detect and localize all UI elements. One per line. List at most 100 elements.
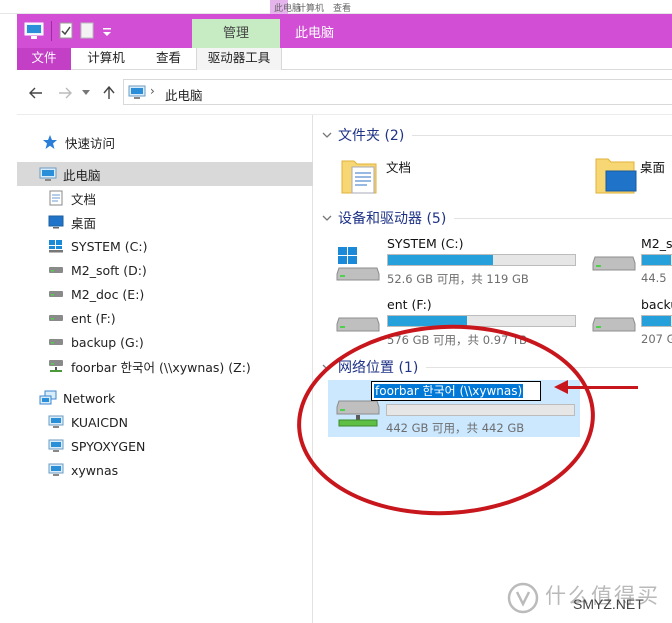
file-explorer-window: 此电脑 计算机 查看 管理 此电脑 文件 计算机 查看 驱动器工具 › 此电脑 … bbox=[0, 0, 672, 623]
sidebar-item-m2-doc-e[interactable]: M2_doc (E:) bbox=[47, 282, 144, 306]
navigation-pane: 快速访问 此电脑 文档 桌面 SYSTEM (C:) M2_soft (D:) … bbox=[17, 115, 313, 623]
drive-capacity: 52.6 GB 可用，共 119 GB bbox=[387, 272, 529, 286]
rename-input[interactable]: foorbar 한국어 (\\xywnas) bbox=[371, 381, 541, 401]
folder-item-documents[interactable]: 文档 bbox=[334, 151, 554, 199]
group-divider bbox=[454, 217, 672, 219]
sidebar-item-kuaicdn[interactable]: KUAICDN bbox=[47, 410, 128, 434]
navigation-bar: › 此电脑 bbox=[17, 70, 672, 115]
sidebar-item-backup-g[interactable]: backup (G:) bbox=[47, 330, 144, 354]
drive-icon bbox=[336, 317, 380, 332]
sidebar-item-label: 桌面 bbox=[71, 215, 97, 231]
drive-name: SYSTEM (C:) bbox=[387, 236, 464, 251]
sidebar-item-label: KUAICDN bbox=[71, 414, 128, 430]
ribbon-tabs: 文件 计算机 查看 驱动器工具 bbox=[17, 48, 672, 70]
drive-usage-bar bbox=[387, 254, 576, 266]
annotation-arrow-head bbox=[554, 380, 568, 394]
watermark-site: SMYZ.NET bbox=[573, 596, 644, 612]
folder-name: 桌面 bbox=[640, 160, 666, 175]
sidebar-item-label: Network bbox=[63, 390, 116, 406]
network-capacity: 442 GB 可用，共 442 GB bbox=[386, 421, 525, 435]
drive-name: ent (F:) bbox=[387, 297, 432, 312]
computer-icon bbox=[128, 85, 146, 99]
drive-usage-fill bbox=[388, 316, 467, 326]
drive-item-m2-soft[interactable]: M2_so 44.5 bbox=[588, 234, 672, 286]
sidebar-item-label: foorbar 한국어 (\\xywnas) (Z:) bbox=[71, 359, 251, 375]
drive-item-ent-f[interactable]: ent (F:) 576 GB 可用，共 0.97 TB bbox=[332, 295, 582, 347]
window-title: 此电脑 bbox=[295, 26, 335, 41]
windows-drive-icon bbox=[336, 247, 380, 281]
sidebar-item-label: M2_doc (E:) bbox=[71, 286, 145, 302]
address-bar[interactable]: › 此电脑 bbox=[123, 79, 672, 105]
star-icon bbox=[43, 135, 57, 149]
group-header-label: 文件夹 (2) bbox=[338, 128, 405, 144]
sidebar-item-system-c[interactable]: SYSTEM (C:) bbox=[47, 234, 148, 258]
group-header-devices-and-drives[interactable]: 设备和驱动器 (5) bbox=[320, 208, 672, 228]
forward-button[interactable] bbox=[55, 83, 75, 103]
sidebar-item-label: 此电脑 bbox=[63, 167, 101, 183]
tab-file[interactable]: 文件 bbox=[17, 48, 71, 70]
sidebar-item-label: SYSTEM (C:) bbox=[71, 238, 148, 254]
drive-capacity: 576 GB 可用，共 0.97 TB bbox=[387, 333, 527, 347]
drive-usage-bar bbox=[641, 254, 672, 266]
new-folder-icon[interactable] bbox=[80, 22, 94, 40]
chevron-down-icon bbox=[322, 364, 332, 370]
computer-icon bbox=[48, 463, 64, 476]
computer-icon bbox=[48, 439, 64, 452]
drive-usage-fill bbox=[388, 255, 493, 265]
sidebar-item-ent-f[interactable]: ent (F:) bbox=[47, 306, 116, 330]
toolbar-divider bbox=[51, 21, 52, 41]
sidebar-item-network[interactable]: Network bbox=[39, 386, 115, 410]
breadcrumb-location[interactable]: 此电脑 bbox=[165, 85, 203, 104]
tab-drive-tools[interactable]: 驱动器工具 bbox=[196, 48, 282, 70]
drive-item-system-c[interactable]: SYSTEM (C:) 52.6 GB 可用，共 119 GB bbox=[332, 234, 582, 286]
properties-icon[interactable] bbox=[59, 22, 73, 40]
title-bar: 管理 此电脑 bbox=[17, 14, 672, 48]
recent-locations-button[interactable] bbox=[80, 83, 92, 103]
drive-name: backu bbox=[641, 297, 672, 312]
sidebar-item-quick-access[interactable]: 快速访问 bbox=[41, 130, 115, 154]
group-divider bbox=[426, 366, 672, 368]
computer-icon bbox=[48, 415, 64, 428]
watermark: 什么值得买 SMYZ.NET bbox=[505, 580, 669, 618]
sidebar-item-desktop[interactable]: 桌面 bbox=[47, 210, 96, 234]
breadcrumb-chevron-icon: › bbox=[150, 84, 155, 98]
sidebar-item-m2-soft-d[interactable]: M2_soft (D:) bbox=[47, 258, 147, 282]
tab-computer[interactable]: 计算机 bbox=[71, 48, 141, 70]
drive-icon bbox=[49, 315, 63, 321]
tab-view[interactable]: 查看 bbox=[141, 48, 196, 70]
drive-icon bbox=[592, 317, 636, 332]
back-button[interactable] bbox=[26, 83, 46, 103]
sidebar-item-label: 文档 bbox=[71, 191, 97, 207]
up-button[interactable] bbox=[99, 83, 119, 103]
computer-icon[interactable] bbox=[24, 22, 44, 40]
customize-dropdown-icon[interactable] bbox=[101, 22, 113, 40]
network-icon bbox=[39, 390, 57, 405]
network-drive-icon bbox=[336, 400, 380, 427]
sidebar-item-spyoxygen[interactable]: SPYOXYGEN bbox=[47, 434, 145, 458]
background-window-strip: 此电脑 计算机 查看 bbox=[0, 0, 672, 14]
sidebar-item-this-pc[interactable]: 此电脑 bbox=[17, 162, 313, 186]
group-header-folders[interactable]: 文件夹 (2) bbox=[320, 125, 672, 145]
sidebar-item-xywnas[interactable]: xywnas bbox=[47, 458, 118, 482]
folder-item-desktop[interactable]: 桌面 bbox=[590, 151, 672, 199]
desktop-folder-icon bbox=[595, 158, 637, 194]
background-tab: 查看 bbox=[333, 4, 352, 14]
computer-icon bbox=[39, 167, 57, 181]
drive-icon bbox=[49, 291, 63, 297]
group-header-network-locations[interactable]: 网络位置 (1) bbox=[320, 357, 672, 377]
document-folder-icon bbox=[341, 160, 377, 194]
drive-icon bbox=[49, 267, 63, 273]
content-pane: 文件夹 (2) 文档 桌面 设备和驱动器 (5) SYSTEM (C:) 52.… bbox=[314, 115, 672, 623]
drive-usage-fill bbox=[642, 255, 671, 265]
drive-item-backup[interactable]: backu 207 G bbox=[588, 295, 672, 347]
drive-icon bbox=[49, 339, 63, 345]
rename-selected-text[interactable]: foorbar 한국어 (\\xywnas) bbox=[374, 384, 524, 398]
sidebar-item-network-drive-z[interactable]: foorbar 한국어 (\\xywnas) (Z:) bbox=[47, 354, 251, 378]
context-tab-manage[interactable]: 管理 bbox=[192, 19, 280, 48]
desktop-icon bbox=[48, 215, 64, 229]
sidebar-item-label: 快速访问 bbox=[65, 135, 116, 151]
sidebar-item-label: M2_soft (D:) bbox=[71, 262, 147, 278]
annotation-arrow-shaft bbox=[566, 386, 638, 389]
sidebar-item-documents[interactable]: 文档 bbox=[47, 186, 96, 210]
arrow-up-icon bbox=[103, 86, 115, 99]
